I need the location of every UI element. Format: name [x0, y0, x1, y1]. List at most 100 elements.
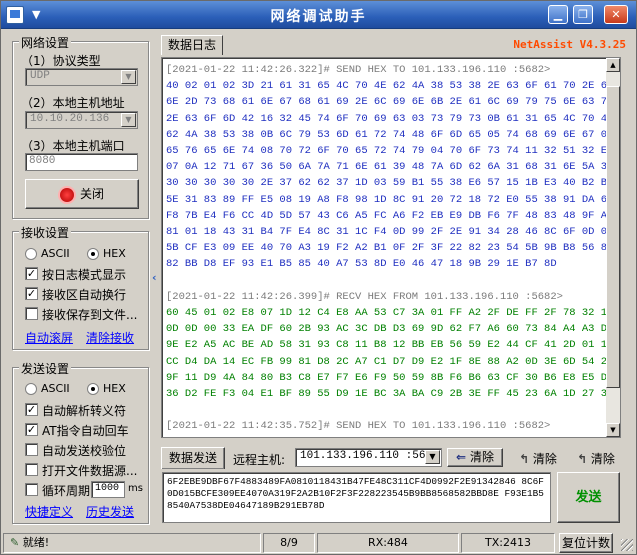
loop-period-input[interactable]: 1000 — [91, 481, 125, 498]
log-mode-checkbox[interactable]: ✓ — [25, 267, 38, 280]
status-count: 8/9 — [263, 533, 315, 553]
loop-unit-label: ms — [128, 483, 143, 494]
chevron-down-icon[interactable]: ▼ — [121, 113, 136, 127]
file-source-label: 打开文件数据源... — [42, 464, 138, 478]
status-ready-text: 就绪! — [22, 536, 50, 549]
receive-ascii-radio[interactable] — [25, 248, 37, 260]
log-line: F8 7B E4 F6 CC 4D 5D 57 43 C6 A5 FC A6 F… — [166, 209, 614, 222]
receive-log-area[interactable]: [2021-01-22 11:42:26.322]# SEND HEX TO 1… — [161, 57, 621, 438]
log-line: 07 0A 12 71 67 36 50 6A 7A 71 6E 61 39 4… — [166, 161, 614, 174]
scroll-down-icon[interactable]: ▼ — [606, 423, 620, 437]
send-ascii-radio[interactable] — [25, 383, 37, 395]
log-line: 36 D2 FE F3 04 E1 BF 89 55 D9 1E BC 3A B… — [166, 388, 614, 401]
log-line: 60 45 01 02 E8 07 1D 12 C4 E8 AA 53 C7 3… — [166, 307, 614, 320]
quick-define-link[interactable]: 快捷定义 — [25, 503, 73, 520]
auto-wrap-label: 接收区自动换行 — [42, 288, 127, 302]
log-scrollbar[interactable]: ▲ ▼ — [606, 58, 620, 437]
log-text: [2021-01-22 11:42:26.322]# SEND HEX TO 1… — [166, 62, 614, 435]
send-hex-radio[interactable] — [87, 383, 99, 395]
log-line: 2E 63 6F 6D 42 16 32 45 74 6F 70 69 63 0… — [166, 112, 614, 125]
remote-host-label: 远程主机: — [233, 453, 286, 467]
log-line: 5B CF E3 09 EE 40 70 A3 19 F2 A2 B1 0F 2… — [166, 242, 614, 255]
collapse-arrow-icon[interactable]: ‹ — [152, 271, 157, 284]
log-spacer — [166, 273, 604, 289]
clear-send-button[interactable]: ↰ 清除 — [519, 450, 557, 467]
brand-label: NetAssist V4.3.25 — [513, 38, 626, 51]
send-settings-title: 发送设置 — [19, 360, 72, 377]
auto-wrap-checkbox[interactable]: ✓ — [25, 287, 38, 300]
log-line: 5E 31 83 89 FF E5 08 19 A8 F8 98 1D 8C 9… — [166, 193, 614, 206]
send-input[interactable]: 6F2EBE9DBF67F4883489FA0810118431B47FE48C… — [162, 472, 551, 523]
main-window: ▼ 网络调试助手 ▁ ❐ ✕ 网络设置 （1）协议类型 UDP ▼ （2）本地主… — [0, 0, 637, 555]
protocol-label: （1）协议类型 — [21, 54, 101, 68]
file-source-checkbox[interactable] — [25, 463, 38, 476]
port-label: （3）本地主机端口 — [21, 139, 125, 153]
clear-receive-link[interactable]: 清除接收 — [86, 329, 134, 346]
scroll-up-icon[interactable]: ▲ — [606, 58, 620, 72]
clear-remote-button[interactable]: ⇐ 清除 — [447, 448, 503, 467]
remote-host-value: 101.133.196.110 :5682 — [300, 450, 439, 462]
send-button[interactable]: 发送 — [557, 472, 620, 523]
at-return-label: AT指令自动回车 — [42, 424, 129, 438]
send-ascii-label: ASCII — [41, 382, 70, 395]
minimize-button[interactable]: ▁ — [548, 5, 568, 24]
window-title: 网络调试助手 — [270, 9, 367, 25]
status-icon: ✎ — [10, 536, 20, 549]
chevron-down-icon[interactable]: ▼ — [121, 70, 136, 84]
chevron-down-icon[interactable]: ▼ — [425, 450, 440, 464]
log-header: [2021-01-22 11:42:26.322]# SEND HEX TO 1… — [166, 64, 551, 76]
loop-checkbox[interactable] — [25, 483, 38, 496]
arrow-left-icon: ⇐ — [456, 450, 467, 464]
log-spacer — [166, 402, 604, 418]
scroll-thumb[interactable] — [606, 86, 620, 388]
send-history-link[interactable]: 历史发送 — [86, 503, 134, 520]
status-tx: TX:2413 — [461, 533, 555, 553]
log-line: 6E 2D 73 68 61 6E 67 68 61 69 2E 6C 69 6… — [166, 96, 614, 109]
log-line: 62 4A 38 53 38 0B 6C 79 53 6D 61 72 74 4… — [166, 128, 614, 141]
close-window-button[interactable]: ✕ — [604, 5, 628, 24]
tab-data-send[interactable]: 数据发送 — [161, 447, 225, 469]
reset-count-button[interactable]: 复位计数 — [559, 533, 613, 553]
status-ready: ✎ 就绪! — [3, 533, 261, 553]
log-line: 30 30 30 30 30 2E 37 62 62 37 1D 03 59 B… — [166, 177, 614, 190]
clear-remote-label: 清除 — [469, 450, 494, 464]
protocol-select[interactable]: UDP ▼ — [25, 68, 138, 86]
port-input[interactable]: 8080 — [25, 153, 138, 171]
title-bar[interactable]: ▼ 网络调试助手 ▁ ❐ ✕ — [1, 1, 636, 29]
clear-send-label: 清除 — [532, 452, 557, 466]
host-value: 10.10.20.136 — [30, 113, 110, 125]
escape-label: 自动解析转义符 — [42, 404, 127, 418]
receive-ascii-label: ASCII — [41, 247, 70, 260]
tab-data-log[interactable]: 数据日志 — [161, 35, 223, 55]
checksum-label: 自动发送校验位 — [42, 444, 127, 458]
undo-icon: ↰ — [519, 452, 530, 466]
status-rx: RX:484 — [317, 533, 459, 553]
status-bar: ✎ 就绪! 8/9 RX:484 TX:2413 复位计数 — [1, 531, 636, 555]
save-to-file-label: 接收保存到文件... — [42, 308, 138, 322]
receive-hex-radio[interactable] — [87, 248, 99, 260]
record-icon — [59, 187, 74, 202]
auto-scroll-link[interactable]: 自动滚屏 — [25, 329, 73, 346]
loop-label: 循环周期 — [42, 484, 91, 498]
escape-checkbox[interactable]: ✓ — [25, 403, 38, 416]
receive-hex-label: HEX — [103, 247, 126, 260]
log-line: 65 76 65 6E 74 08 70 72 6F 70 65 72 74 7… — [166, 145, 614, 158]
at-return-checkbox[interactable]: ✓ — [25, 423, 38, 436]
close-connection-label: 关闭 — [79, 187, 104, 201]
send-hex-label: HEX — [103, 382, 126, 395]
close-connection-button[interactable]: 关闭 — [25, 179, 139, 209]
log-line: 82 BB D8 EF 93 E1 B5 85 40 A7 53 8D E0 4… — [166, 258, 557, 271]
restore-button[interactable]: ❐ — [573, 5, 593, 24]
log-header: [2021-01-22 11:42:26.399]# RECV HEX FROM… — [166, 290, 563, 303]
checksum-checkbox[interactable] — [25, 443, 38, 456]
resize-grip-icon[interactable] — [621, 539, 633, 551]
host-label: （2）本地主机地址 — [21, 96, 125, 110]
host-select[interactable]: 10.10.20.136 ▼ — [25, 111, 138, 129]
log-line: 81 01 18 43 31 B4 7F E4 8C 31 1C F4 0D 9… — [166, 226, 614, 239]
log-line: 9F 11 D9 4A 84 80 B3 C8 E7 F7 E6 F9 50 5… — [166, 371, 614, 384]
remote-host-select[interactable]: 101.133.196.110 :5682 ▼ — [295, 448, 442, 467]
clear-all-label: 清除 — [590, 452, 615, 466]
clear-all-button[interactable]: ↰ 清除 — [577, 450, 615, 467]
log-mode-label: 按日志模式显示 — [42, 268, 127, 282]
save-to-file-checkbox[interactable] — [25, 307, 38, 320]
